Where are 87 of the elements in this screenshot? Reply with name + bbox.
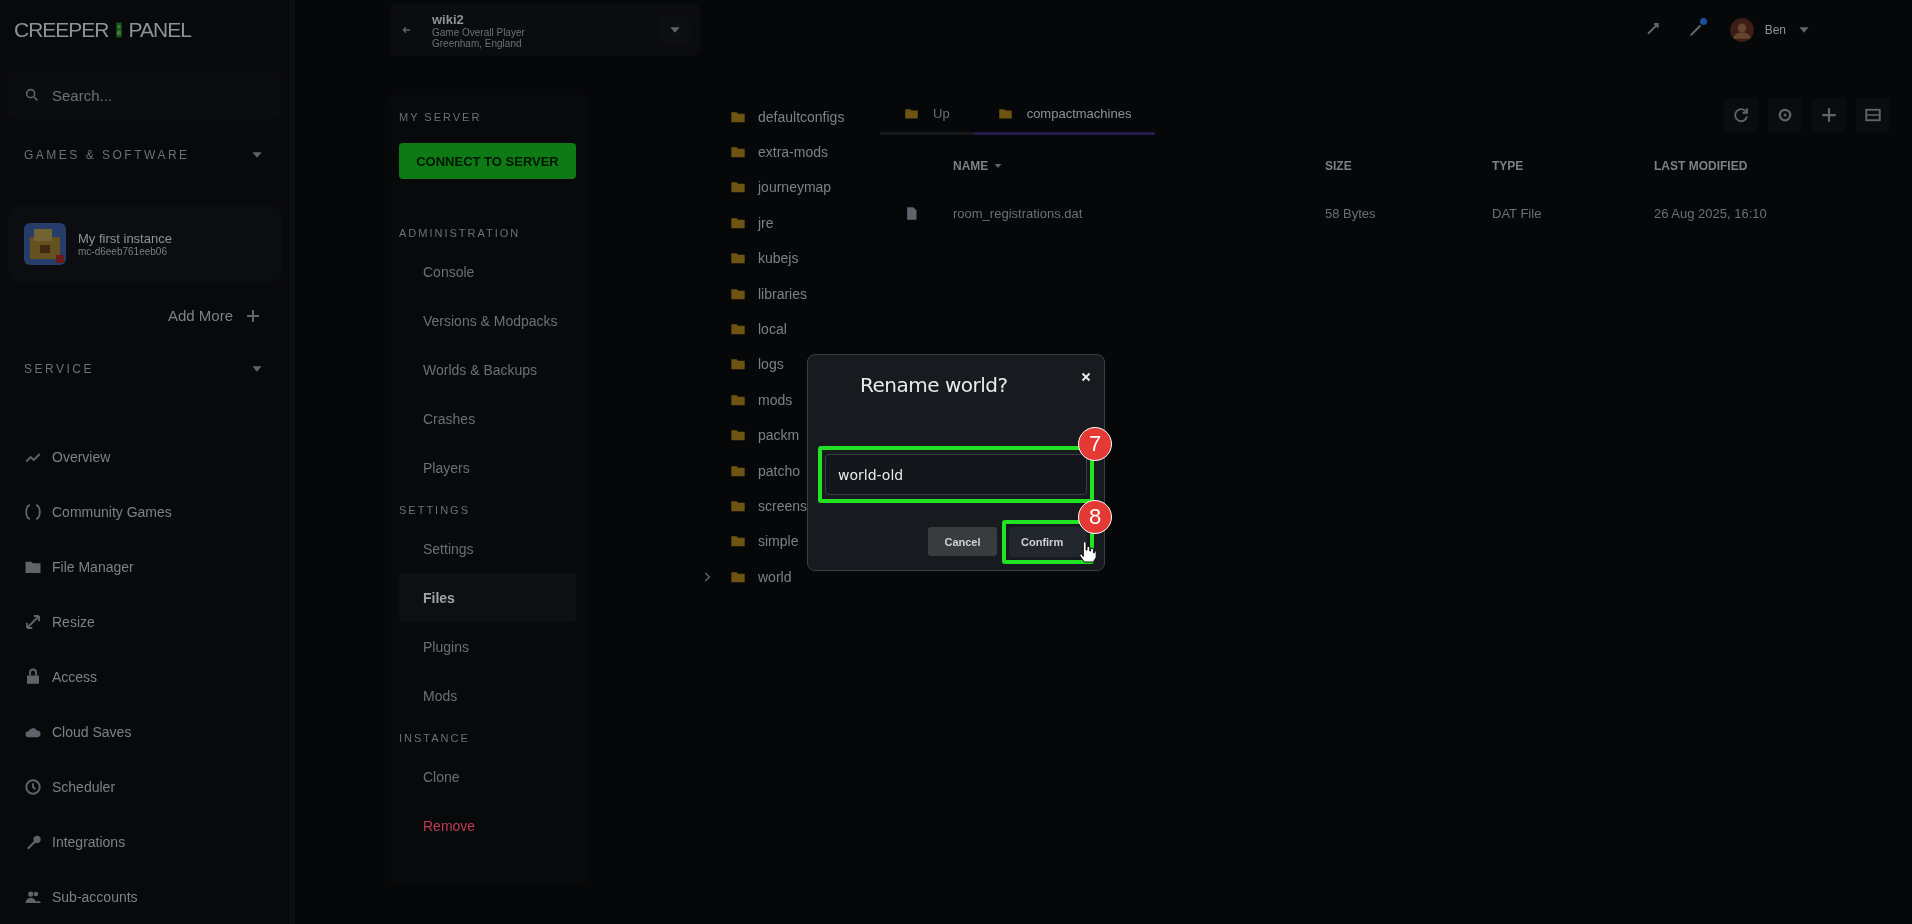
- column-header[interactable]: SIZE: [1325, 159, 1352, 173]
- plus-icon: [1820, 106, 1838, 124]
- close-button[interactable]: [1080, 371, 1092, 383]
- section-title: SETTINGS: [398, 504, 471, 518]
- instance-name: My first instance: [78, 231, 172, 247]
- settings-icon: [1776, 106, 1794, 124]
- folder-item[interactable]: mods: [700, 382, 793, 418]
- column-header[interactable]: NAME: [953, 159, 1005, 173]
- sidebar-item[interactable]: Access: [0, 649, 289, 704]
- refresh-icon: [1732, 106, 1750, 124]
- table-cell: 26 Aug 2025, 16:10: [1654, 205, 1767, 221]
- sidebar-item[interactable]: File Manager: [0, 539, 289, 594]
- clock-icon: [24, 777, 42, 796]
- sidebar-item[interactable]: Resize: [0, 594, 289, 649]
- sidebar-item[interactable]: Cloud Saves: [0, 704, 289, 759]
- nav-item[interactable]: Files: [399, 573, 576, 622]
- folder-item[interactable]: screens: [700, 488, 808, 524]
- toolbar-button[interactable]: [1768, 98, 1802, 132]
- nav-item[interactable]: Remove: [399, 801, 576, 850]
- logo-text: CREEPER: [14, 18, 109, 43]
- sidebar-item[interactable]: Sub-accounts: [0, 869, 289, 924]
- nav-item[interactable]: Clone: [399, 752, 576, 801]
- add-more-button[interactable]: Add More: [167, 307, 261, 325]
- nav-item[interactable]: Console: [399, 247, 576, 296]
- sidebar-item[interactable]: Scheduler: [0, 759, 289, 814]
- hand-cursor-icon: [1076, 539, 1098, 563]
- step-badge: 8: [1078, 500, 1112, 534]
- brackets-icon: [24, 502, 42, 521]
- sidebar-item[interactable]: Community Games: [0, 484, 289, 539]
- confirm-button[interactable]: Confirm: [1009, 527, 1087, 557]
- section-title: INSTANCE: [398, 732, 471, 746]
- folder-item[interactable]: packm: [700, 417, 800, 453]
- folder-tab[interactable]: compactmachines: [973, 95, 1156, 135]
- toolbar-button[interactable]: [1724, 98, 1758, 132]
- user-menu[interactable]: Ben: [1728, 17, 1812, 43]
- nav-item[interactable]: Plugins: [399, 622, 576, 671]
- instance-id: mc-d6eeb761eeb06: [78, 246, 168, 258]
- table-cell: room_registrations.dat: [953, 205, 1083, 221]
- plus-icon: [245, 307, 261, 324]
- resize-icon: [24, 612, 42, 631]
- section-title: GAMES & SOFTWARE: [24, 148, 190, 163]
- folder-item[interactable]: local: [700, 311, 787, 347]
- instance-card[interactable]: My first instance mc-d6eeb761eeb06: [8, 207, 281, 282]
- section-title: MY SERVER: [398, 111, 483, 125]
- sidebar-item[interactable]: Overview: [0, 429, 289, 484]
- folder-item[interactable]: world: [700, 559, 792, 595]
- nav-item[interactable]: Settings: [399, 524, 576, 573]
- connect-button[interactable]: CONNECT TO SERVER: [399, 143, 576, 179]
- folder-item[interactable]: kubejs: [700, 240, 799, 276]
- folder-item[interactable]: libraries: [700, 275, 807, 312]
- dialog-title: Rename world?: [860, 373, 1008, 397]
- server-selector[interactable]: wiki2 Game Overall Player Greenham, England: [390, 4, 700, 56]
- column-header[interactable]: TYPE: [1492, 159, 1524, 173]
- nav-item[interactable]: Crashes: [399, 394, 576, 443]
- name-input-field[interactable]: world-old: [825, 454, 1087, 495]
- nav-item[interactable]: Versions & Modpacks: [399, 296, 576, 345]
- logo-text: PANEL: [128, 18, 191, 43]
- folder-icon: [904, 106, 919, 121]
- sidebar-item[interactable]: Integrations: [0, 814, 289, 869]
- panel-icon: [1864, 106, 1882, 124]
- search-icon: [24, 87, 40, 104]
- toolbar-button[interactable]: [1856, 98, 1890, 132]
- nav-item[interactable]: Worlds & Backups: [399, 345, 576, 394]
- folder-item[interactable]: extra-mods: [700, 134, 829, 170]
- table-cell: 58 Bytes: [1325, 205, 1376, 221]
- nav-item[interactable]: Mods: [399, 671, 576, 720]
- toolbar-button[interactable]: [1812, 98, 1846, 132]
- section-title: SERVICE: [24, 361, 94, 376]
- folder-item[interactable]: logs: [700, 346, 784, 383]
- step-badge: 7: [1078, 427, 1112, 461]
- folder-item[interactable]: jre: [700, 205, 774, 241]
- column-header[interactable]: LAST MODIFIED: [1654, 159, 1748, 173]
- close-icon: [1080, 371, 1092, 383]
- table-cell: DAT File: [1492, 205, 1542, 221]
- folder-tab[interactable]: Up: [880, 95, 974, 135]
- avatar-icon: [1728, 17, 1755, 43]
- cancel-button[interactable]: Cancel: [928, 527, 997, 556]
- file-icon: [904, 204, 919, 222]
- section-title: ADMINISTRATION: [398, 227, 522, 241]
- folder-icon: [997, 106, 1013, 121]
- folder-item[interactable]: journeymap: [700, 169, 832, 206]
- folder-icon: [730, 498, 746, 514]
- folder-item[interactable]: simple: [700, 523, 799, 560]
- folder-item[interactable]: patcho: [700, 452, 801, 489]
- nav-item[interactable]: Players: [399, 443, 576, 492]
- lock-icon: [24, 667, 42, 686]
- folder-item[interactable]: defaultconfigs: [700, 99, 845, 135]
